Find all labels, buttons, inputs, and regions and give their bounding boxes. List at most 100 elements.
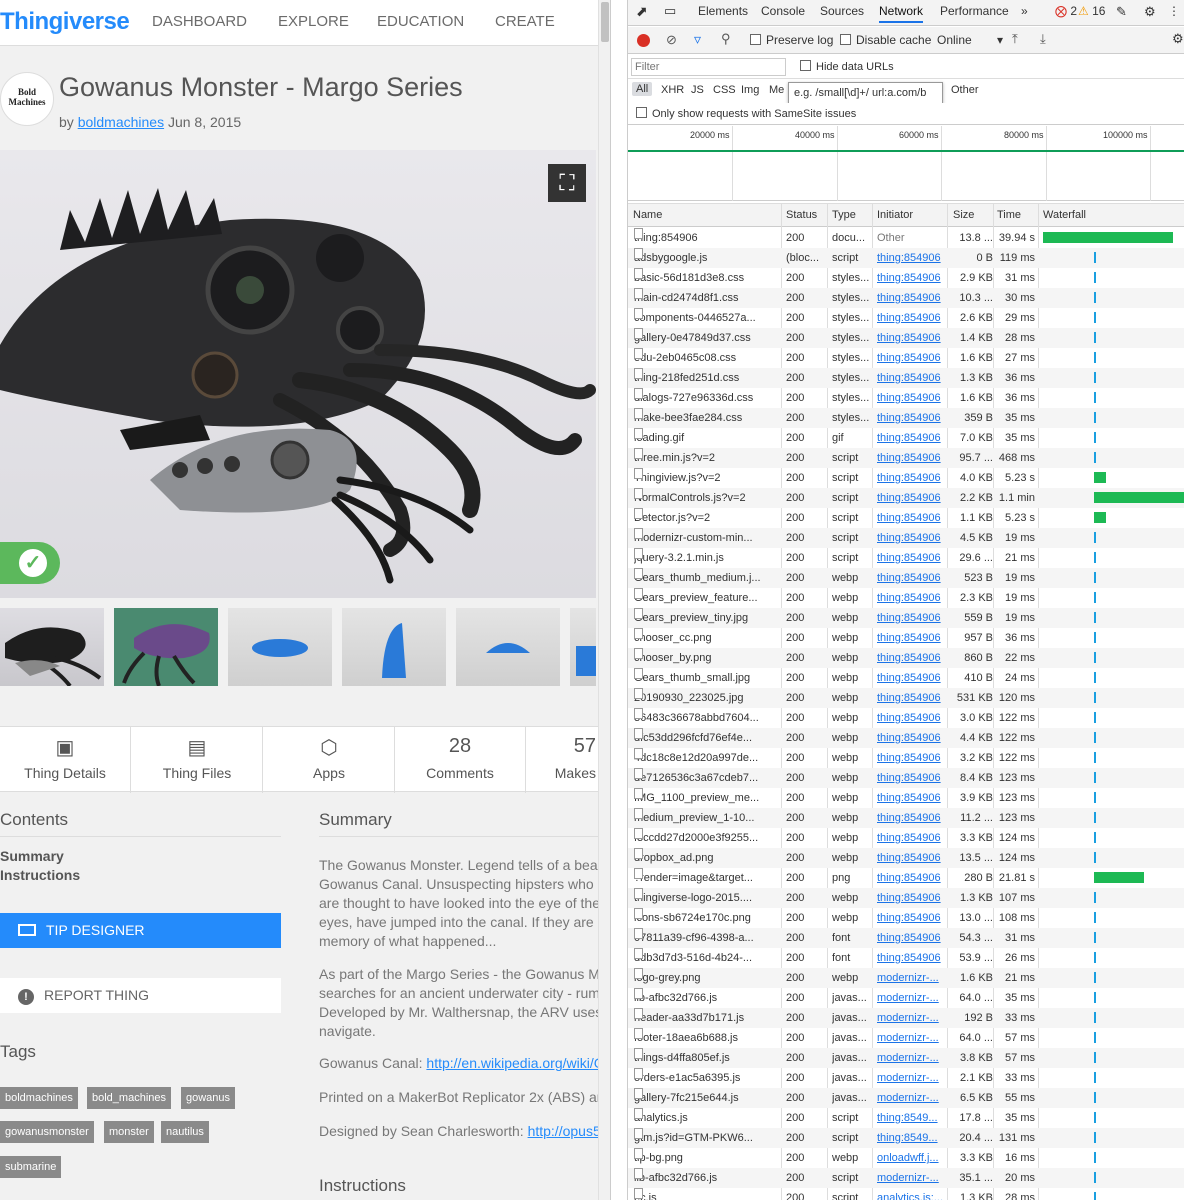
hide-data-urls-checkbox[interactable]: Hide data URLs	[800, 60, 894, 73]
network-request-row[interactable]: things-d4ffa805ef.js 200 javas... modernizr…	[628, 1048, 1184, 1068]
column-size[interactable]: Size	[953, 209, 974, 221]
thingiverse-logo[interactable]: Thingiverse	[0, 8, 130, 36]
type-filter-js[interactable]: JS	[691, 84, 704, 96]
column-time[interactable]: Time	[997, 209, 1021, 221]
request-initiator[interactable]: modernizr-...	[877, 1028, 947, 1048]
request-initiator[interactable]: thing:854906	[877, 928, 947, 948]
request-initiator[interactable]: modernizr-...	[877, 988, 947, 1008]
network-request-row[interactable]: Gears_thumb_small.jpg 200 webp thing:854906…	[628, 668, 1184, 688]
network-request-row[interactable]: Detector.js?v=2 200 script thing:854906 1.1 …	[628, 508, 1184, 528]
network-request-row[interactable]: gallery-7fc215e644.js 200 javas... moderniz…	[628, 1088, 1184, 1108]
network-request-row[interactable]: analytics.js 200 script thing:8549... 17.8 .…	[628, 1108, 1184, 1128]
column-type[interactable]: Type	[832, 209, 856, 221]
network-request-row[interactable]: chooser_by.png 200 webp thing:854906 860 B 22…	[628, 648, 1184, 668]
request-initiator[interactable]: thing:854906	[877, 888, 947, 908]
device-toolbar-icon[interactable]: ▭	[664, 3, 676, 19]
feedback-icon[interactable]: ✎	[1116, 4, 1127, 20]
designer-link[interactable]: http://opus5.c	[528, 1123, 609, 1139]
thumbnail-3[interactable]	[228, 608, 332, 686]
request-initiator[interactable]: thing:854906	[877, 908, 947, 928]
network-request-row[interactable]: dialogs-727e96336d.css 200 styles... thing:…	[628, 388, 1184, 408]
request-initiator[interactable]: modernizr-...	[877, 1088, 947, 1108]
network-request-row[interactable]: jquery-3.2.1.min.js 200 script thing:854906…	[628, 548, 1184, 568]
network-settings-gear-icon[interactable]: ⚙	[1172, 31, 1184, 47]
network-request-row[interactable]: Gears_thumb_medium.j... 200 webp thing:8549…	[628, 568, 1184, 588]
request-initiator[interactable]: thing:854906	[877, 268, 947, 288]
tab-thing-details[interactable]: ▣ Thing Details	[0, 727, 131, 793]
request-initiator[interactable]: thing:854906	[877, 648, 947, 668]
type-filter-media[interactable]: Me	[769, 84, 784, 96]
thumbnail-4[interactable]	[342, 608, 446, 686]
request-initiator[interactable]: thing:854906	[877, 388, 947, 408]
search-icon[interactable]: ⚲	[721, 31, 731, 47]
clear-icon[interactable]: ⊘	[666, 32, 677, 48]
network-request-row[interactable]: Gears_preview_tiny.jpg 200 webp thing:85490…	[628, 608, 1184, 628]
request-initiator[interactable]: modernizr-...	[877, 1048, 947, 1068]
filter-input[interactable]: Filter	[631, 58, 786, 76]
request-initiator[interactable]: thing:854906	[877, 748, 947, 768]
nav-create[interactable]: CREATE	[495, 13, 555, 30]
tab-makes[interactable]: 57 Makes	[527, 727, 609, 793]
scrollbar-thumb[interactable]	[601, 2, 609, 42]
network-request-row[interactable]: Thingiview.js?v=2 200 script thing:854906 4.…	[628, 468, 1184, 488]
page-scrollbar[interactable]	[598, 0, 610, 1200]
nav-dashboard[interactable]: DASHBOARD	[152, 13, 247, 30]
network-request-row[interactable]: ?render=image&target... 200 png thing:85490…	[628, 868, 1184, 888]
kebab-menu-icon[interactable]: ⋮	[1168, 4, 1180, 18]
nav-explore[interactable]: EXPLORE	[278, 13, 349, 30]
tag-gowanusmonster[interactable]: gowanusmonster	[0, 1121, 94, 1143]
network-request-row[interactable]: 36483c36678abbd7604... 200 webp thing:85490…	[628, 708, 1184, 728]
network-request-row[interactable]: thingiverse-logo-2015.... 200 webp thing:85…	[628, 888, 1184, 908]
request-initiator[interactable]: thing:854906	[877, 448, 947, 468]
warning-count[interactable]: ⚠ 16	[1078, 4, 1105, 18]
network-request-row[interactable]: gallery-0e47849d37.css 200 styles... thing:…	[628, 328, 1184, 348]
more-tabs-icon[interactable]: »	[1021, 4, 1028, 18]
preserve-log-checkbox[interactable]: Preserve log	[750, 33, 833, 47]
request-initiator[interactable]: thing:854906	[877, 808, 947, 828]
request-initiator[interactable]: thing:854906	[877, 408, 947, 428]
network-request-row[interactable]: dfc53dd296fcfd76ef4e... 200 webp thing:8549…	[628, 728, 1184, 748]
network-request-row[interactable]: lib-afbc32d766.js 200 javas... modernizr-..…	[628, 988, 1184, 1008]
fullscreen-expand-icon[interactable]: ⛶	[548, 164, 586, 202]
network-request-row[interactable]: ec.js 200 script analytics.js:... 1.3 KB 28 m…	[628, 1188, 1184, 1200]
export-har-icon[interactable]: ⤓	[1040, 31, 1046, 47]
tag-monster[interactable]: monster	[104, 1121, 154, 1143]
record-icon[interactable]	[637, 34, 650, 47]
request-initiator[interactable]: thing:854906	[877, 348, 947, 368]
type-filter-css[interactable]: CSS	[713, 84, 736, 96]
nav-education[interactable]: EDUCATION	[377, 13, 464, 30]
samesite-checkbox[interactable]: Only show requests with SameSite issues	[636, 107, 856, 120]
thumbnail-5[interactable]	[456, 608, 560, 686]
column-status[interactable]: Status	[786, 209, 817, 221]
tab-elements[interactable]: Elements	[698, 4, 748, 18]
tab-comments[interactable]: 28 Comments	[395, 727, 526, 793]
tag-boldmachines[interactable]: boldmachines	[0, 1087, 78, 1109]
request-initiator[interactable]: modernizr-...	[877, 1068, 947, 1088]
request-initiator[interactable]: modernizr-...	[877, 1168, 947, 1188]
inspect-element-icon[interactable]: ⬈	[636, 3, 648, 20]
request-initiator[interactable]: thing:854906	[877, 628, 947, 648]
tab-thing-files[interactable]: ▤ Thing Files	[132, 727, 263, 793]
network-request-row[interactable]: orders-e1ac5a6395.js 200 javas... modernizr…	[628, 1068, 1184, 1088]
tab-apps[interactable]: ⬡ Apps	[264, 727, 395, 793]
thumbnail-2[interactable]	[114, 608, 218, 686]
network-request-row[interactable]: f3ccdd27d2000e3f9255... 200 webp thing:8549…	[628, 828, 1184, 848]
import-har-icon[interactable]: ⤒	[1012, 31, 1018, 47]
tag-gowanus[interactable]: gowanus	[181, 1087, 236, 1109]
tab-console[interactable]: Console	[761, 4, 805, 18]
network-overview-timeline[interactable]: 20000 ms 40000 ms 60000 ms 80000 ms 1000…	[628, 126, 1184, 201]
tab-network[interactable]: Network	[879, 4, 924, 23]
request-initiator[interactable]: thing:854906	[877, 768, 947, 788]
contents-link-summary[interactable]: Summary	[0, 848, 64, 864]
request-initiator[interactable]: thing:854906	[877, 528, 947, 548]
request-initiator[interactable]: thing:854906	[877, 588, 947, 608]
request-initiator[interactable]: thing:854906	[877, 788, 947, 808]
throttling-select[interactable]: Online ▾	[937, 33, 1003, 47]
report-thing-button[interactable]: ! REPORT THING	[0, 978, 281, 1013]
network-request-row[interactable]: lib-afbc32d766.js 200 script modernizr-... 3…	[628, 1168, 1184, 1188]
network-request-row[interactable]: edu-2eb0465c08.css 200 styles... thing:8549…	[628, 348, 1184, 368]
network-request-row[interactable]: Gears_preview_feature... 200 webp thing:854…	[628, 588, 1184, 608]
network-request-row[interactable]: main-cd2474d8f1.css 200 styles... thing:854…	[628, 288, 1184, 308]
network-request-row[interactable]: loading.gif 200 gif thing:854906 7.0 KB 35 ms	[628, 428, 1184, 448]
request-initiator[interactable]: thing:854906	[877, 668, 947, 688]
